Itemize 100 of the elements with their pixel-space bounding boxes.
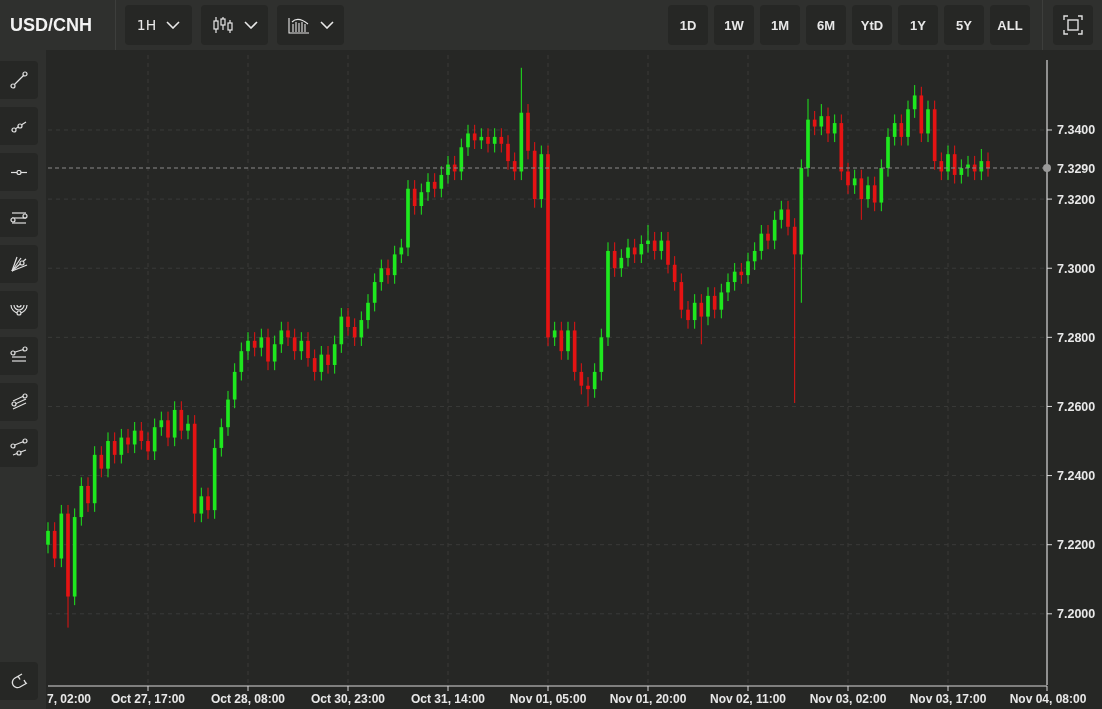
candle: [299, 331, 304, 361]
candle: [139, 421, 144, 451]
y-axis-label: 7.2000: [1057, 607, 1096, 622]
candle: [739, 262, 744, 285]
candle: [119, 428, 124, 464]
y-axis-label: 7.2800: [1057, 330, 1096, 345]
x-axis-label: Nov 03, 02:00: [809, 692, 887, 706]
range-button[interactable]: 1W: [714, 5, 754, 45]
candle: [439, 165, 444, 198]
candle: [346, 307, 350, 337]
candle: [646, 224, 650, 254]
candle: [846, 162, 850, 195]
drawing-tool-button[interactable]: [0, 337, 38, 375]
candle: [779, 200, 784, 229]
drawing-tool-button[interactable]: [0, 61, 38, 99]
range-button[interactable]: 1Y: [898, 5, 938, 45]
candle: [379, 259, 384, 292]
candle: [639, 234, 644, 264]
chevron-down-icon: [166, 21, 181, 29]
drawing-tool-button[interactable]: [0, 199, 38, 237]
candle: [586, 376, 590, 407]
candle: [506, 134, 510, 171]
candle: [172, 400, 177, 447]
arcs-icon: [10, 304, 28, 316]
candle: [286, 321, 290, 347]
candle: [566, 321, 570, 361]
range-button[interactable]: 1D: [668, 5, 708, 45]
candle: [466, 124, 470, 157]
drawing-tool-button[interactable]: [0, 383, 38, 421]
last-price-label: 7.3290: [1057, 161, 1096, 176]
candle: [226, 390, 230, 437]
x-axis-label: Nov 03, 17:00: [909, 692, 987, 706]
candle: [919, 86, 924, 143]
candle: [666, 231, 670, 274]
candle: [719, 283, 724, 319]
drawing-tool-button[interactable]: [0, 291, 38, 329]
chart-type-dropdown[interactable]: [201, 5, 268, 45]
candle: [246, 331, 250, 361]
two-segments-icon: [8, 437, 30, 459]
range-button[interactable]: 1M: [760, 5, 800, 45]
horizontal-line-icon: [10, 169, 28, 175]
candle: [46, 521, 50, 554]
candle: [939, 151, 944, 181]
range-button[interactable]: YtD: [852, 5, 892, 45]
candle: [239, 342, 244, 382]
candle: [612, 241, 617, 278]
candlestick-icon: [211, 16, 234, 34]
candle: [839, 113, 844, 181]
candle: [479, 127, 484, 150]
candle: [312, 348, 317, 382]
candle: [112, 431, 117, 464]
chevron-down-icon: [243, 21, 258, 29]
candle: [252, 331, 257, 357]
candle: [159, 411, 164, 437]
candle: [106, 431, 110, 478]
candle: [399, 238, 404, 264]
drawing-tool-button[interactable]: [0, 107, 38, 145]
candle: [472, 124, 477, 150]
candle: [426, 172, 430, 202]
candle: [746, 252, 750, 285]
candle: [306, 331, 310, 368]
candle: [672, 255, 677, 292]
candle: [419, 183, 424, 216]
candle: [852, 169, 857, 195]
drawing-tool-button[interactable]: [0, 245, 38, 283]
range-button[interactable]: 6M: [806, 5, 846, 45]
candle: [979, 148, 984, 181]
drawing-tool-button[interactable]: [0, 429, 38, 467]
fullscreen-icon: [1063, 15, 1083, 35]
candle: [786, 200, 790, 236]
candle: [626, 238, 630, 267]
candle: [906, 100, 910, 147]
candle: [359, 310, 364, 347]
range-button[interactable]: ALL: [990, 5, 1030, 45]
candle: [259, 328, 264, 357]
candle: [579, 362, 584, 395]
candle: [926, 100, 930, 143]
chevron-down-icon: [319, 21, 334, 29]
candle: [266, 328, 270, 371]
candle: [599, 328, 604, 382]
interval-dropdown[interactable]: 1H: [125, 5, 192, 45]
indicators-dropdown[interactable]: [277, 5, 344, 45]
candle: [759, 224, 764, 261]
candle: [819, 103, 824, 136]
candle: [99, 445, 104, 478]
range-button[interactable]: 5Y: [944, 5, 984, 45]
candle: [772, 210, 777, 250]
candle: [699, 293, 704, 345]
y-axis-label: 7.3400: [1057, 123, 1096, 138]
magnet-button[interactable]: [0, 662, 38, 700]
candle: [559, 321, 564, 361]
candle: [132, 421, 137, 454]
x-axis-label: Nov 02, 11:00: [709, 692, 787, 706]
candle: [52, 521, 57, 568]
fullscreen-button[interactable]: [1053, 5, 1093, 45]
trend-line-icon: [8, 69, 30, 91]
candle: [706, 286, 710, 326]
x-axis-label: Nov 01, 05:00: [509, 692, 587, 706]
candle: [486, 127, 490, 153]
candle: [532, 141, 537, 209]
